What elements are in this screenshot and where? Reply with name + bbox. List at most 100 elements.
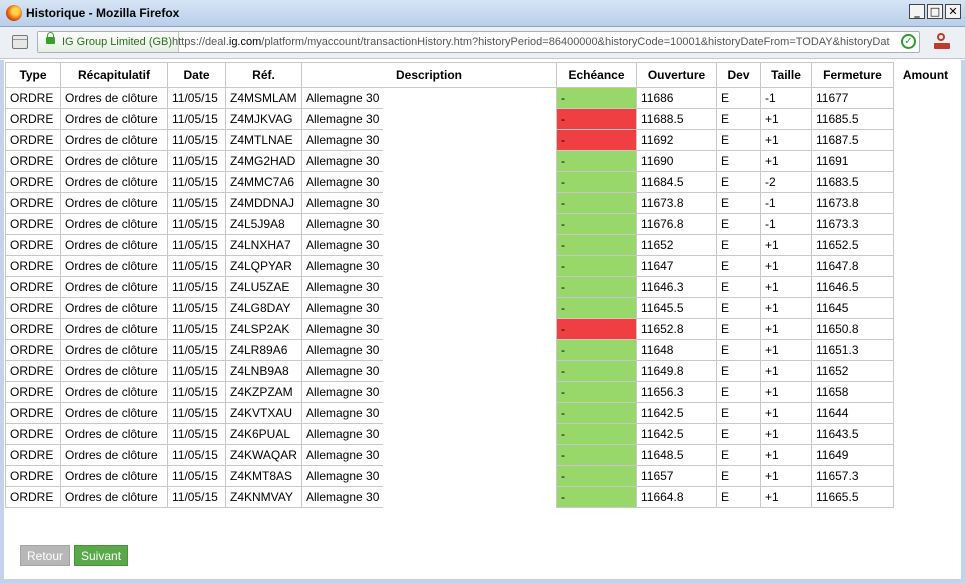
firefox-icon — [6, 5, 22, 21]
table-row[interactable]: ORDRE Ordres de clôture 11/05/15 Z4KMT8AS Al… — [5, 465, 958, 487]
cell-ref: Z4KNMVAY — [225, 486, 302, 508]
table-row[interactable]: ORDRE Ordres de clôture 11/05/15 Z4MSMLAM Al… — [5, 87, 958, 109]
cell-ref: Z4LR89A6 — [225, 339, 302, 361]
cell-type: ORDRE — [5, 423, 61, 445]
cell-ref: Z4L5J9A8 — [225, 213, 302, 235]
cell-date: 11/05/15 — [167, 381, 226, 403]
cell-description: Allemagne 30 — [301, 465, 383, 487]
cell-description: Allemagne 30 — [301, 444, 383, 466]
cell-ref: Z4K6PUAL — [225, 423, 302, 445]
cell-ref: Z4LNXHA7 — [225, 234, 302, 256]
header-type[interactable]: Type — [5, 62, 61, 88]
cell-type: ORDRE — [5, 213, 61, 235]
cell-spacer — [383, 235, 557, 256]
table-row[interactable]: ORDRE Ordres de clôture 11/05/15 Z4KNMVAY Al… — [5, 486, 958, 508]
table-row[interactable]: ORDRE Ordres de clôture 11/05/15 Z4MG2HAD Al… — [5, 150, 958, 172]
cell-close: 11658 — [811, 381, 894, 403]
header-summary[interactable]: Récapitulatif — [60, 62, 168, 88]
cell-size: -1 — [760, 213, 812, 235]
cell-size: +1 — [760, 276, 812, 298]
header-amount[interactable]: Amount — [893, 62, 958, 88]
cell-description: Allemagne 30 — [301, 213, 383, 235]
cell-date: 11/05/15 — [167, 465, 226, 487]
cell-type: ORDRE — [5, 234, 61, 256]
cell-type: ORDRE — [5, 255, 61, 277]
cell-expiry: - — [556, 255, 637, 277]
cell-currency: E — [716, 255, 761, 277]
minimize-icon[interactable]: _ — [909, 4, 925, 19]
cell-close: 11650.8 — [811, 318, 894, 340]
header-open[interactable]: Ouverture — [636, 62, 717, 88]
close-icon[interactable]: ✕ — [945, 4, 961, 19]
transaction-history-table: Type Récapitulatif Date Réf. Description… — [5, 62, 958, 508]
cell-date: 11/05/15 — [167, 213, 226, 235]
table-row[interactable]: ORDRE Ordres de clôture 11/05/15 Z4LQPYAR Al… — [5, 255, 958, 277]
cell-description: Allemagne 30 — [301, 108, 383, 130]
table-row[interactable]: ORDRE Ordres de clôture 11/05/15 Z4LNB9A8 Al… — [5, 360, 958, 382]
cell-close: 11673.3 — [811, 213, 894, 235]
cell-summary: Ordres de clôture — [60, 423, 168, 445]
cell-expiry: - — [556, 171, 637, 193]
url-text[interactable]: https://deal.ig.com/platform/myaccount/t… — [172, 32, 895, 52]
site-identity-button[interactable]: IG Group Limited (GB) — [38, 32, 180, 52]
cell-close: 11651.3 — [811, 339, 894, 361]
cell-ref: Z4LU5ZAE — [225, 276, 302, 298]
window-titlebar: Historique - Mozilla Firefox _ □ ✕ — [0, 0, 965, 27]
header-close[interactable]: Fermeture — [811, 62, 894, 88]
header-date[interactable]: Date — [167, 62, 226, 88]
notification-icon[interactable] — [934, 33, 952, 51]
url-field[interactable]: IG Group Limited (GB) https://deal.ig.co… — [37, 31, 920, 53]
cell-open: 11657 — [636, 465, 717, 487]
cell-expiry: - — [556, 150, 637, 172]
cell-date: 11/05/15 — [167, 297, 226, 319]
cell-close: 11647.8 — [811, 255, 894, 277]
cell-currency: E — [716, 213, 761, 235]
header-ref[interactable]: Réf. — [225, 62, 302, 88]
table-row[interactable]: ORDRE Ordres de clôture 11/05/15 Z4MJKVAG Al… — [5, 108, 958, 130]
cell-type: ORDRE — [5, 360, 61, 382]
table-row[interactable]: ORDRE Ordres de clôture 11/05/15 Z4LG8DAY Al… — [5, 297, 958, 319]
cell-size: +1 — [760, 234, 812, 256]
cell-expiry: - — [556, 360, 637, 382]
table-row[interactable]: ORDRE Ordres de clôture 11/05/15 Z4KZPZAM Al… — [5, 381, 958, 403]
table-row[interactable]: ORDRE Ordres de clôture 11/05/15 Z4MMC7A6 Al… — [5, 171, 958, 193]
table-row[interactable]: ORDRE Ordres de clôture 11/05/15 Z4MTLNAE Al… — [5, 129, 958, 151]
cell-close: 11691 — [811, 150, 894, 172]
cell-date: 11/05/15 — [167, 108, 226, 130]
table-row[interactable]: ORDRE Ordres de clôture 11/05/15 Z4L5J9A8 Al… — [5, 213, 958, 235]
verified-check-icon[interactable]: ✓ — [901, 34, 916, 49]
cell-summary: Ordres de clôture — [60, 213, 168, 235]
cell-description: Allemagne 30 — [301, 381, 383, 403]
cell-expiry: - — [556, 381, 637, 403]
cell-spacer — [383, 172, 557, 193]
table-row[interactable]: ORDRE Ordres de clôture 11/05/15 Z4K6PUAL Al… — [5, 423, 958, 445]
cell-currency: E — [716, 339, 761, 361]
cell-spacer — [383, 340, 557, 361]
cell-expiry: - — [556, 339, 637, 361]
cell-currency: E — [716, 486, 761, 508]
back-button[interactable]: Retour — [20, 545, 71, 566]
header-expiry[interactable]: Echéance — [556, 62, 637, 88]
header-currency[interactable]: Dev — [716, 62, 761, 88]
table-row[interactable]: ORDRE Ordres de clôture 11/05/15 Z4LNXHA7 Al… — [5, 234, 958, 256]
cell-description: Allemagne 30 — [301, 234, 383, 256]
maximize-icon[interactable]: □ — [927, 4, 943, 19]
cell-description: Allemagne 30 — [301, 150, 383, 172]
table-row[interactable]: ORDRE Ordres de clôture 11/05/15 Z4LSP2AK Al… — [5, 318, 958, 340]
table-row[interactable]: ORDRE Ordres de clôture 11/05/15 Z4MDDNAJ Al… — [5, 192, 958, 214]
cell-date: 11/05/15 — [167, 339, 226, 361]
header-size[interactable]: Taille — [760, 62, 812, 88]
table-row[interactable]: ORDRE Ordres de clôture 11/05/15 Z4KVTXAU Al… — [5, 402, 958, 424]
cell-expiry: - — [556, 402, 637, 424]
cell-summary: Ordres de clôture — [60, 171, 168, 193]
cell-description: Allemagne 30 — [301, 171, 383, 193]
cell-close: 11643.5 — [811, 423, 894, 445]
cell-currency: E — [716, 276, 761, 298]
table-row[interactable]: ORDRE Ordres de clôture 11/05/15 Z4LR89A6 Al… — [5, 339, 958, 361]
cell-size: +1 — [760, 360, 812, 382]
next-button[interactable]: Suivant — [74, 545, 129, 566]
table-row[interactable]: ORDRE Ordres de clôture 11/05/15 Z4LU5ZAE Al… — [5, 276, 958, 298]
table-row[interactable]: ORDRE Ordres de clôture 11/05/15 Z4KWAQAR Al… — [5, 444, 958, 466]
cell-ref: Z4KMT8AS — [225, 465, 302, 487]
header-description[interactable]: Description — [301, 62, 557, 88]
